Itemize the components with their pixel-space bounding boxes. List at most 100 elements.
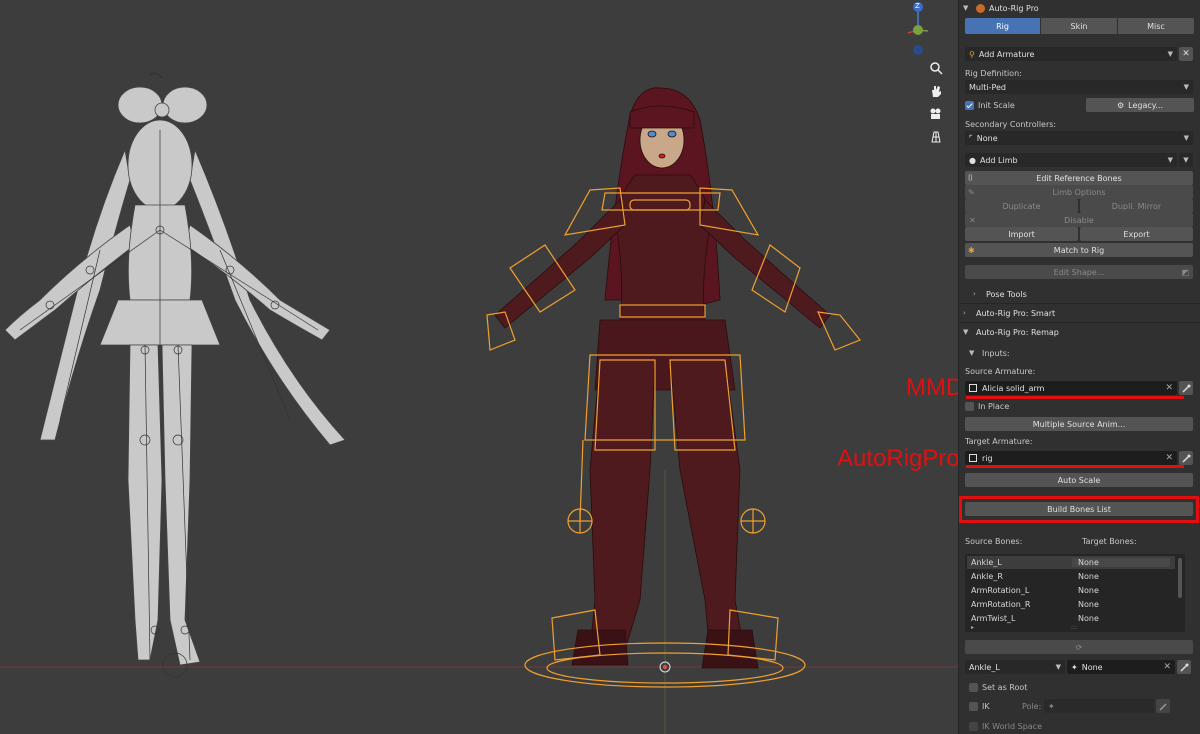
duplicate-button[interactable]: Duplicate	[965, 199, 1078, 213]
import-button[interactable]: Import	[965, 227, 1078, 241]
chevron-down-icon: ▼	[1167, 156, 1173, 164]
edit-reference-bones-button[interactable]: ⌷ Edit Reference Bones	[965, 171, 1193, 185]
list-item-source: ArmTwist_L	[971, 614, 1016, 623]
duplicate-row: Duplicate Dupli. Mirror	[965, 199, 1194, 213]
list-scrollbar[interactable]	[1178, 558, 1182, 598]
multiple-source-anim-button[interactable]: Multiple Source Anim...	[965, 417, 1193, 431]
expand-chevron-icon: ›	[963, 309, 966, 317]
set-as-root-checkbox[interactable]	[969, 682, 978, 692]
inputs-row[interactable]: ▼ Inputs:	[969, 346, 1194, 360]
smart-panel-label: Auto-Rig Pro: Smart	[976, 308, 1056, 318]
list-item-source: Ankle_L	[971, 558, 1002, 567]
arp-logo-icon	[976, 3, 985, 13]
auto-scale-row: Auto Scale	[965, 473, 1194, 487]
auto-scale-button[interactable]: Auto Scale	[965, 473, 1193, 487]
clear-icon[interactable]: ✕	[1163, 662, 1171, 672]
rig-definition-label-row: Rig Definition:	[965, 66, 1194, 80]
secondary-controllers-dropdown[interactable]: ⌜ None ▼	[965, 131, 1193, 145]
list-item-target: None	[1078, 572, 1099, 581]
secondary-controllers-label: Secondary Controllers:	[965, 119, 1057, 129]
list-item-source: Ankle_R	[971, 572, 1003, 581]
add-limb-extra-dropdown[interactable]: ▼	[1179, 153, 1193, 167]
zoom-icon[interactable]	[926, 58, 946, 78]
ik-checkbox[interactable]	[969, 701, 978, 711]
refresh-button[interactable]: ⟳	[965, 640, 1193, 654]
plus-icon: ●	[969, 155, 976, 165]
rig-definition-dropdown[interactable]: Multi-Ped ▼	[965, 80, 1193, 94]
add-limb-dropdown[interactable]: ● Add Limb ▼	[965, 153, 1177, 167]
list-item[interactable]: ArmRotation_R None	[967, 598, 1175, 611]
clear-icon[interactable]: ✕	[1165, 453, 1173, 463]
in-place-checkbox[interactable]	[965, 401, 974, 411]
smart-panel-header[interactable]: › Auto-Rig Pro: Smart	[963, 305, 1196, 321]
secondary-controllers-label-row: Secondary Controllers:	[965, 117, 1194, 131]
list-expand-chevron-icon[interactable]: ▸	[971, 624, 974, 631]
x-icon: ✕	[969, 215, 976, 225]
edit-reference-bones-row: ⌷ Edit Reference Bones	[965, 171, 1194, 185]
limb-options-row: ✎ Limb Options	[965, 185, 1194, 199]
tab-skin[interactable]: Skin	[1041, 18, 1117, 34]
hand-pan-icon[interactable]	[926, 81, 946, 101]
grid-perspective-icon[interactable]	[926, 127, 946, 147]
collapse-chevron-icon: ▼	[969, 349, 975, 357]
bone-eyedropper-icon[interactable]	[1177, 660, 1191, 674]
bone-icon: ✦	[1071, 662, 1078, 672]
pole-field[interactable]: ✦	[1044, 699, 1154, 713]
remap-panel-header[interactable]: ▼ Auto-Rig Pro: Remap	[963, 324, 1196, 340]
ik-world-space-label: IK World Space	[982, 721, 1042, 731]
chevron-down-icon: ▼	[1183, 83, 1189, 91]
secondary-controllers-row: ⌜ None ▼	[965, 131, 1194, 145]
list-item[interactable]: Ankle_R None	[967, 570, 1175, 583]
target-bone-field[interactable]: ✦ None ✕	[1067, 660, 1175, 674]
match-to-rig-label: Match to Rig	[1053, 245, 1105, 255]
disable-button[interactable]: ✕ Disable	[965, 213, 1193, 227]
multiple-source-anim-row: Multiple Source Anim...	[965, 417, 1194, 431]
tab-bar: Rig Skin Misc	[965, 18, 1194, 34]
pole-eyedropper-icon[interactable]	[1156, 699, 1170, 713]
gizmo-z-label: Z	[915, 2, 920, 10]
tab-misc[interactable]: Misc	[1118, 18, 1194, 34]
match-to-rig-button[interactable]: ✱ Match to Rig	[965, 243, 1193, 257]
selected-bone-row: Ankle_L ▼ ✦ None ✕	[965, 660, 1194, 674]
list-item-target: None	[1078, 614, 1099, 623]
n-sidebar-panel[interactable]: ▼ Auto-Rig Pro Rig Skin Misc ⚲ Add Armat…	[958, 0, 1200, 734]
target-armature-field[interactable]: rig ✕	[965, 451, 1177, 465]
limb-options-label: Limb Options	[1052, 187, 1106, 197]
add-armature-label: Add Armature	[978, 49, 1035, 59]
list-item[interactable]: Ankle_L None	[967, 556, 1175, 569]
close-x-button[interactable]: ✕	[1179, 47, 1193, 61]
source-bone-dropdown[interactable]: Ankle_L ▼	[965, 660, 1065, 674]
source-eyedropper-icon[interactable]	[1179, 381, 1193, 395]
limb-options-button[interactable]: ✎ Limb Options	[965, 185, 1193, 199]
list-resize-handle[interactable]: :::	[1071, 624, 1077, 631]
dupli-mirror-button[interactable]: Dupli. Mirror	[1080, 199, 1193, 213]
panel-title: Auto-Rig Pro	[989, 3, 1039, 13]
auto-rig-pro-panel-header[interactable]: ▼ Auto-Rig Pro	[963, 0, 1196, 16]
camera-icon[interactable]	[926, 104, 946, 124]
export-button[interactable]: Export	[1080, 227, 1193, 241]
target-eyedropper-icon[interactable]	[1179, 451, 1193, 465]
rig-definition-value: Multi-Ped	[969, 82, 1006, 92]
clear-icon[interactable]: ✕	[1165, 383, 1173, 393]
target-bone-value: None	[1081, 662, 1103, 672]
set-as-root-row: Set as Root	[969, 680, 1194, 694]
init-scale-checkbox[interactable]	[965, 100, 974, 110]
tab-rig[interactable]: Rig	[965, 18, 1040, 34]
3d-viewport[interactable]: Z MMD AutoRigPro	[0, 0, 958, 734]
chevron-down-icon: ▼	[1167, 50, 1173, 58]
source-bone-value: Ankle_L	[969, 662, 1000, 672]
navigation-gizmo[interactable]: Z	[905, 0, 931, 60]
pose-tools-header[interactable]: › Pose Tools	[973, 286, 1196, 302]
edit-shape-row: Edit Shape... ◩	[965, 265, 1194, 279]
add-armature-dropdown[interactable]: ⚲ Add Armature ▼	[965, 47, 1177, 61]
list-item[interactable]: ArmRotation_L None	[967, 584, 1175, 597]
disable-label: Disable	[1064, 215, 1094, 225]
bones-list[interactable]: Ankle_L None Ankle_R None ArmRotation_L …	[965, 554, 1185, 632]
ik-world-space-checkbox[interactable]	[969, 721, 978, 731]
edit-shape-button[interactable]: Edit Shape... ◩	[965, 265, 1193, 279]
collapse-chevron-icon: ▼	[963, 4, 969, 12]
legacy-button[interactable]: ⚙ Legacy...	[1086, 98, 1194, 112]
source-armature-field[interactable]: Alicia solid_arm ✕	[965, 381, 1177, 395]
viewport-scene	[0, 72, 958, 734]
import-export-row: Import Export	[965, 227, 1194, 241]
